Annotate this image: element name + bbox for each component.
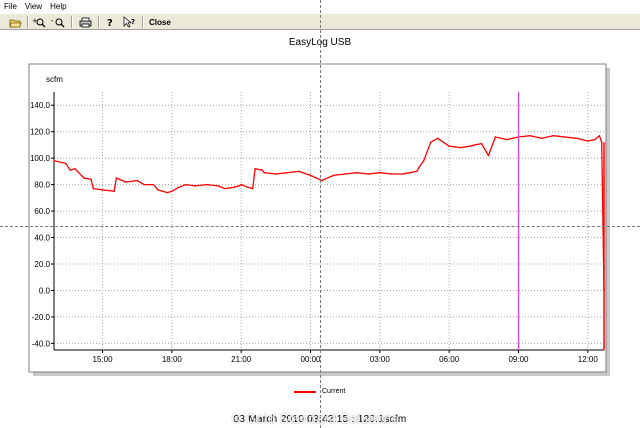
data-point-current <box>263 171 266 174</box>
data-point-current <box>459 146 462 149</box>
x-tick-label: 09:00 <box>508 355 529 364</box>
data-point-current <box>233 186 236 189</box>
data-point-current <box>224 187 226 190</box>
data-point-current <box>448 145 450 148</box>
data-point-current <box>69 169 71 171</box>
watermark: © Gold Standard Solutions <box>232 411 399 426</box>
data-point-current <box>416 170 418 173</box>
legend-swatch-current <box>294 390 316 393</box>
data-point-current <box>177 186 180 189</box>
chart-frame <box>28 63 607 373</box>
data-point-current <box>157 189 159 191</box>
data-point-current <box>194 185 196 187</box>
data-point-current <box>247 186 249 189</box>
data-point-current <box>136 179 138 182</box>
data-point-current <box>593 138 596 141</box>
crosshair-vertical <box>320 0 321 428</box>
data-point-current <box>286 171 289 174</box>
data-point-current <box>240 183 242 186</box>
legend: Current <box>294 388 345 395</box>
data-point-current <box>152 183 155 186</box>
data-point-current <box>171 190 173 193</box>
x-tick-label: 03:00 <box>370 355 391 364</box>
data-point-current <box>275 173 277 175</box>
data-point-current <box>575 137 578 140</box>
data-point-current <box>436 137 439 140</box>
data-point-current <box>73 167 76 170</box>
data-point-current <box>217 185 219 187</box>
data-point-current <box>53 160 55 162</box>
y-tick-label: 0.0 <box>39 286 51 295</box>
data-point-current <box>332 174 335 177</box>
data-point-current <box>409 171 411 174</box>
data-point-current <box>251 187 254 190</box>
y-tick-label: 100.0 <box>30 154 51 163</box>
crosshair-horizontal <box>0 226 640 227</box>
data-point-current <box>124 181 127 183</box>
data-point-current <box>298 170 300 173</box>
data-point-current <box>101 189 104 191</box>
data-point-current <box>598 134 601 137</box>
x-tick-label: 12:00 <box>578 355 599 364</box>
data-point-current <box>184 183 187 186</box>
y-tick-label: 140.0 <box>30 101 51 110</box>
data-point-current <box>90 178 92 181</box>
data-point-current <box>113 190 115 193</box>
y-tick-label: 120.0 <box>30 128 51 137</box>
data-point-current <box>367 173 370 175</box>
data-point-current <box>323 178 326 181</box>
y-tick-label: -40.0 <box>32 339 51 348</box>
data-point-current <box>429 141 432 144</box>
data-point-current <box>552 134 554 137</box>
x-tick-label: 06:00 <box>439 355 460 364</box>
data-point-current <box>402 173 404 175</box>
data-point-current <box>83 177 85 179</box>
data-point-current <box>238 185 240 187</box>
data-point-current <box>540 137 543 140</box>
data-point-current <box>143 183 145 186</box>
x-tick-label: 00:00 <box>300 355 321 364</box>
data-point-current <box>321 179 323 182</box>
data-point-current <box>529 134 531 137</box>
data-point-current <box>563 136 566 138</box>
data-point-current <box>166 191 169 194</box>
data-point-current <box>379 171 381 174</box>
data-point-current <box>355 171 358 174</box>
x-tick-label: 18:00 <box>162 355 183 364</box>
data-point-current <box>115 177 118 179</box>
data-point-current <box>64 162 67 165</box>
data-point-current <box>506 138 508 141</box>
data-point-current <box>473 144 476 146</box>
data-point-current <box>254 167 256 170</box>
legend-label-current: Current <box>322 388 346 395</box>
data-point-current <box>418 166 420 169</box>
y-tick-label: 60.0 <box>34 207 50 216</box>
data-point-current <box>390 173 393 175</box>
data-point-current <box>480 142 483 145</box>
data-point-current <box>92 187 95 190</box>
data-point-current <box>600 141 603 144</box>
y-tick-label: 80.0 <box>34 181 50 190</box>
x-tick-label: 21:00 <box>231 355 252 364</box>
data-point-current <box>309 174 312 177</box>
data-point-current <box>422 160 425 162</box>
data-point-current <box>469 145 471 148</box>
data-point-current <box>205 183 208 186</box>
data-point-current <box>261 169 263 171</box>
data-point-current <box>494 136 497 138</box>
data-point-current <box>344 173 346 175</box>
y-tick-label: 20.0 <box>34 260 50 269</box>
y-tick-label: 40.0 <box>34 234 50 243</box>
y-axis-label: scfm <box>46 75 63 84</box>
x-tick-label: 15:00 <box>93 355 114 364</box>
data-point-current <box>587 140 589 142</box>
data-point-current <box>487 154 490 157</box>
y-tick-label: -20.0 <box>32 313 51 322</box>
